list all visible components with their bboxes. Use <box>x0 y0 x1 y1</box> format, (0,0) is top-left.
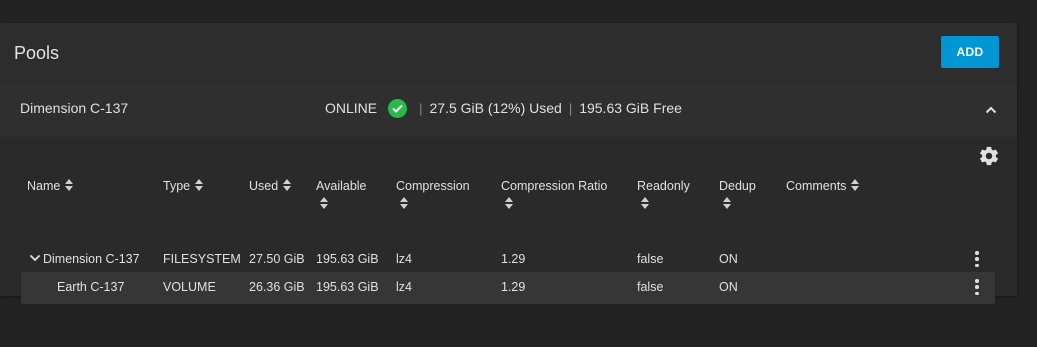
pool-used: 27.5 GiB (12%) Used <box>429 100 562 116</box>
dataset-table: Name Type Used Available Compression Com… <box>0 137 1017 304</box>
column-header-type[interactable]: Type <box>163 178 204 194</box>
sort-icon <box>641 197 649 209</box>
cell-readonly: false <box>637 252 664 266</box>
cell-dedup: ON <box>719 280 738 294</box>
cell-available: 195.63 GiB <box>316 280 379 294</box>
pool-status: ONLINE | 27.5 GiB (12%) Used | 195.63 Gi… <box>325 98 682 118</box>
table-row[interactable]: Earth C-137 VOLUME 26.36 GiB 195.63 GiB … <box>21 272 995 304</box>
column-header-comments[interactable]: Comments <box>786 178 860 194</box>
column-header-name[interactable]: Name <box>27 178 74 194</box>
separator: | <box>419 100 423 116</box>
column-header-compression-ratio[interactable]: Compression Ratio <box>501 178 607 209</box>
sort-icon <box>320 197 328 209</box>
column-header-available[interactable]: Available <box>316 178 367 209</box>
chevron-down-icon[interactable] <box>29 252 41 264</box>
cell-type: FILESYSTEM <box>163 252 241 266</box>
pool-free: 195.63 GiB Free <box>579 100 682 116</box>
cell-name: Dimension C-137 <box>29 252 140 266</box>
cell-name: Earth C-137 <box>57 280 125 294</box>
cell-dedup: ON <box>719 252 738 266</box>
cell-compression: lz4 <box>396 280 412 294</box>
column-header-readonly[interactable]: Readonly <box>637 178 690 209</box>
page-title: Pools <box>14 43 60 63</box>
sort-icon <box>400 197 408 209</box>
add-button[interactable]: ADD <box>941 36 999 68</box>
check-circle-icon <box>388 98 408 118</box>
pool-status-text: ONLINE <box>325 100 378 116</box>
more-vert-icon[interactable] <box>971 278 983 296</box>
sort-icon <box>283 179 292 191</box>
cell-type: VOLUME <box>163 280 216 294</box>
chevron-up-icon[interactable] <box>982 101 1000 119</box>
pool-header[interactable]: Dimension C-137 ONLINE | 27.5 GiB (12%) … <box>0 85 1017 137</box>
cell-used: 27.50 GiB <box>249 252 305 266</box>
cell-compression-ratio: 1.29 <box>501 252 526 266</box>
gear-icon[interactable] <box>978 145 1000 167</box>
sort-icon <box>851 179 860 191</box>
cell-available: 195.63 GiB <box>316 252 379 266</box>
sort-icon <box>723 197 731 209</box>
column-header-used[interactable]: Used <box>249 178 292 194</box>
sort-icon <box>195 179 204 191</box>
separator: | <box>568 100 573 116</box>
more-vert-icon[interactable] <box>971 250 983 268</box>
column-header-dedup[interactable]: Dedup <box>719 178 756 209</box>
column-header-compression[interactable]: Compression <box>396 178 470 209</box>
cell-compression: lz4 <box>396 252 412 266</box>
cell-compression-ratio: 1.29 <box>501 280 526 294</box>
pools-card: Pools ADD Dimension C-137 ONLINE | 27.5 … <box>0 23 1017 304</box>
cell-readonly: false <box>637 280 664 294</box>
sort-icon <box>505 197 513 209</box>
pool-name: Dimension C-137 <box>20 100 129 116</box>
sort-icon <box>65 179 74 191</box>
cell-used: 26.36 GiB <box>249 280 305 294</box>
